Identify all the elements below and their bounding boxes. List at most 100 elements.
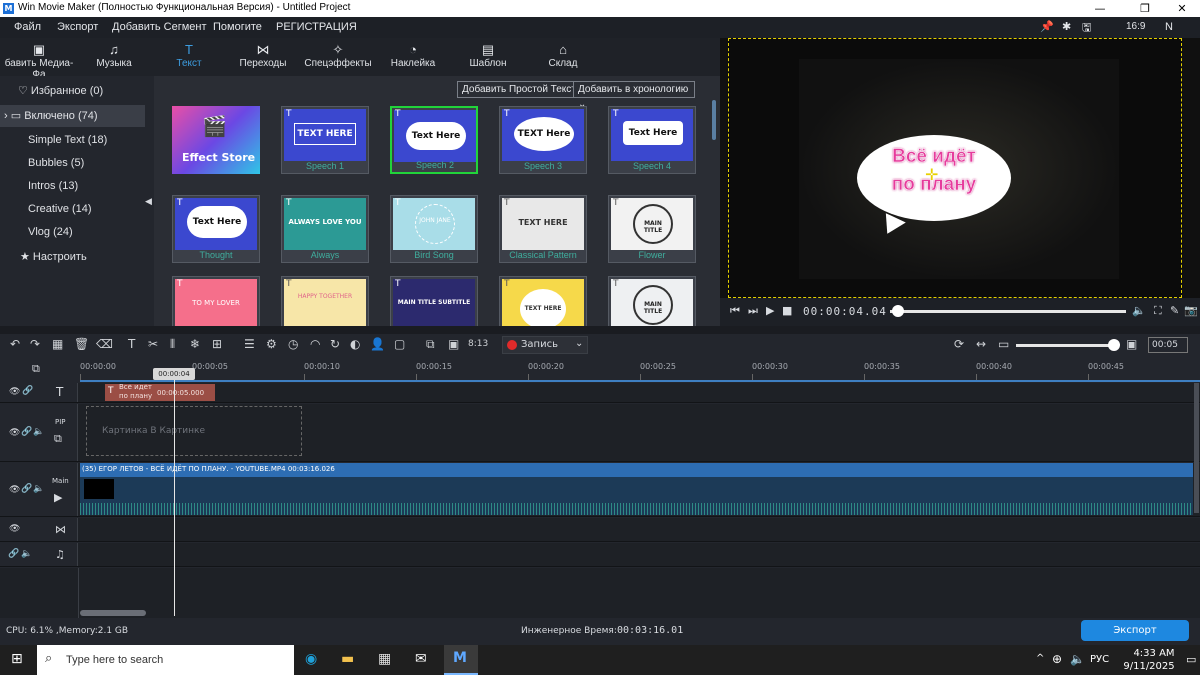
- zoom-out-icon[interactable]: ▭: [998, 337, 1009, 351]
- minimize-button[interactable]: —: [1080, 0, 1120, 17]
- speed-icon[interactable]: ◠: [310, 337, 320, 351]
- card-classical-pattern[interactable]: TEXT HERE T Classical Pattern: [499, 195, 587, 263]
- export-button[interactable]: Экспорт: [1081, 620, 1189, 641]
- notification-icon[interactable]: ▭: [1186, 653, 1196, 666]
- resize-icon[interactable]: ⧉: [426, 337, 435, 352]
- keyboard-language[interactable]: РУС: [1090, 654, 1109, 665]
- volume-icon[interactable]: 🔈: [1070, 652, 1085, 666]
- play-icon[interactable]: ▶: [766, 304, 774, 317]
- taskbar-search-box[interactable]: ⌕ Type here to search: [37, 645, 294, 675]
- add-to-timeline-dropdown[interactable]: Добавить в хронологию ⌄: [573, 81, 695, 110]
- close-button[interactable]: ✕: [1162, 0, 1200, 17]
- sidebar-item-intros[interactable]: Intros (13): [0, 175, 154, 197]
- freeze-icon[interactable]: ❄: [190, 337, 200, 351]
- sidebar-item-creative[interactable]: Creative (14): [0, 198, 154, 220]
- tab-transitions[interactable]: ⋈ Переходы: [228, 42, 298, 69]
- snapshot-icon[interactable]: 📷: [1184, 304, 1198, 317]
- menu-register[interactable]: РЕГИСТРАЦИЯ: [276, 21, 357, 33]
- maximize-button[interactable]: ❐: [1125, 0, 1165, 17]
- card-speech-4[interactable]: Text Here T Speech 4: [608, 106, 696, 174]
- menu-export[interactable]: Экспорт: [57, 21, 98, 33]
- save-icon[interactable]: 🖫: [1082, 19, 1091, 38]
- step-icon[interactable]: ⏭: [748, 304, 758, 318]
- link-icon[interactable]: 🔗: [21, 484, 32, 494]
- audio-icon[interactable]: 🔈: [33, 484, 44, 494]
- sidebar-item-favorites[interactable]: ♡ Избранное (0): [0, 80, 154, 102]
- skip-back-icon[interactable]: ⏮: [730, 304, 740, 318]
- menu-file[interactable]: Файл: [14, 21, 41, 33]
- gallery-scrollbar[interactable]: [712, 100, 716, 140]
- add-simple-text-button[interactable]: Добавить Простой Текст: [457, 81, 581, 98]
- person-icon[interactable]: 👤: [370, 337, 385, 351]
- card-main-title-subtitle[interactable]: MAIN TITLE SUBTITLE T: [390, 276, 478, 326]
- timeline-hscrollbar[interactable]: [80, 610, 146, 616]
- eye-icon[interactable]: 👁: [9, 524, 20, 534]
- menu-help[interactable]: Помогите: [213, 21, 262, 33]
- pip-drop-zone[interactable]: Картинка В Картинке: [86, 406, 302, 456]
- panel-divider[interactable]: [0, 326, 1200, 334]
- card-speech-3[interactable]: TEXT Here T Speech 3: [499, 106, 587, 174]
- text-tool-icon[interactable]: T: [128, 337, 135, 351]
- windows-start-icon[interactable]: ⊞: [11, 651, 23, 667]
- edge-icon[interactable]: ◉: [305, 651, 317, 667]
- card-happy-together[interactable]: HAPPY TOGETHER T: [281, 276, 369, 326]
- sidebar-item-bubbles[interactable]: Bubbles (5): [0, 152, 154, 174]
- refresh-icon[interactable]: ⟳: [954, 337, 964, 351]
- fps-indicator[interactable]: 8:13: [468, 339, 488, 349]
- fit-width-icon[interactable]: ↔: [976, 337, 986, 351]
- zoom-value-field[interactable]: 00:05: [1148, 337, 1188, 353]
- audio-icon[interactable]: 🔈: [33, 427, 44, 437]
- sidebar-item-customize[interactable]: ★ Настроить: [0, 246, 154, 268]
- redo-icon[interactable]: ↷: [30, 337, 40, 351]
- aspect-ratio[interactable]: 16:9: [1126, 21, 1145, 32]
- sidebar-item-simple-text[interactable]: Simple Text (18): [0, 129, 154, 151]
- audio-icon[interactable]: 🔈: [21, 549, 32, 559]
- cut-icon[interactable]: ✂: [148, 337, 158, 351]
- video-preview[interactable]: Всё идёт по плану ✛: [728, 38, 1182, 298]
- clear-icon[interactable]: ⌫: [96, 337, 113, 351]
- card-bird-song[interactable]: JOHN JANE T Bird Song: [390, 195, 478, 263]
- picture-icon[interactable]: ▣: [448, 337, 459, 351]
- fullscreen-icon[interactable]: ⛶: [1154, 304, 1162, 318]
- playhead-label[interactable]: 00:00:04: [153, 368, 195, 380]
- zoom-slider[interactable]: [1016, 344, 1116, 347]
- link-icon[interactable]: 🔗: [21, 427, 32, 437]
- clock-date[interactable]: 9/11/2025: [1116, 661, 1182, 672]
- menu-add-segment[interactable]: Добавить Сегмент: [112, 21, 207, 33]
- align-icon[interactable]: ☰: [244, 337, 255, 351]
- movie-maker-taskbar-button[interactable]: M: [444, 645, 478, 675]
- tab-template[interactable]: ▤ Шаблон: [453, 42, 523, 69]
- color-icon[interactable]: ◐: [350, 337, 360, 351]
- timer-icon[interactable]: ◷: [288, 337, 298, 351]
- mosaic-icon[interactable]: ▢: [394, 337, 405, 351]
- card-effect-store[interactable]: 🎬 Effect Store: [172, 106, 260, 174]
- tab-store[interactable]: ⌂ Склад: [528, 42, 598, 69]
- card-thought[interactable]: Text Here T Thought: [172, 195, 260, 263]
- preview-seek-bar[interactable]: [890, 310, 1126, 313]
- delete-icon[interactable]: 🗑: [74, 337, 89, 351]
- tab-text[interactable]: T Текст: [154, 42, 224, 69]
- edit-icon[interactable]: ✎: [1170, 304, 1179, 317]
- zoom-in-icon[interactable]: ▣: [1126, 337, 1137, 351]
- tab-add-media[interactable]: ▣ бавить Медиа-Фа: [4, 42, 74, 80]
- file-explorer-icon[interactable]: ▬: [341, 651, 354, 667]
- paste-icon[interactable]: ▦: [52, 337, 63, 351]
- eye-icon[interactable]: 👁: [9, 428, 20, 438]
- main-video-clip[interactable]: (35) ЕГОР ЛЕТОВ - ВСЁ ИДЁТ ПО ПЛАНУ. - Y…: [80, 463, 1193, 515]
- record-dropdown[interactable]: Запись ⌄: [502, 336, 588, 354]
- card-speech-1[interactable]: TEXT HERE T Speech 1: [281, 106, 369, 174]
- sidebar-item-included[interactable]: › ▭ Включено (74): [0, 105, 145, 127]
- eye-icon[interactable]: 👁: [9, 485, 20, 495]
- card-to-my-lover[interactable]: TO MY LOVER T: [172, 276, 260, 326]
- eye-icon[interactable]: 👁: [9, 387, 20, 397]
- add-track-icon[interactable]: ⧉: [32, 362, 40, 376]
- card-always[interactable]: ALWAYS LOVE YOU T Always: [281, 195, 369, 263]
- mail-icon[interactable]: ✉: [415, 651, 427, 667]
- split-icon[interactable]: ⫴: [170, 337, 175, 352]
- chevron-up-icon[interactable]: ^: [1036, 653, 1044, 664]
- card-flower[interactable]: MAIN TITLE T Flower: [608, 195, 696, 263]
- store-icon[interactable]: ▦: [378, 651, 391, 667]
- timeline-vscrollbar[interactable]: [1194, 383, 1199, 513]
- tab-effects[interactable]: ✧ Спецэффекты: [303, 42, 373, 69]
- card-main-title-2[interactable]: MAIN TITLE T: [608, 276, 696, 326]
